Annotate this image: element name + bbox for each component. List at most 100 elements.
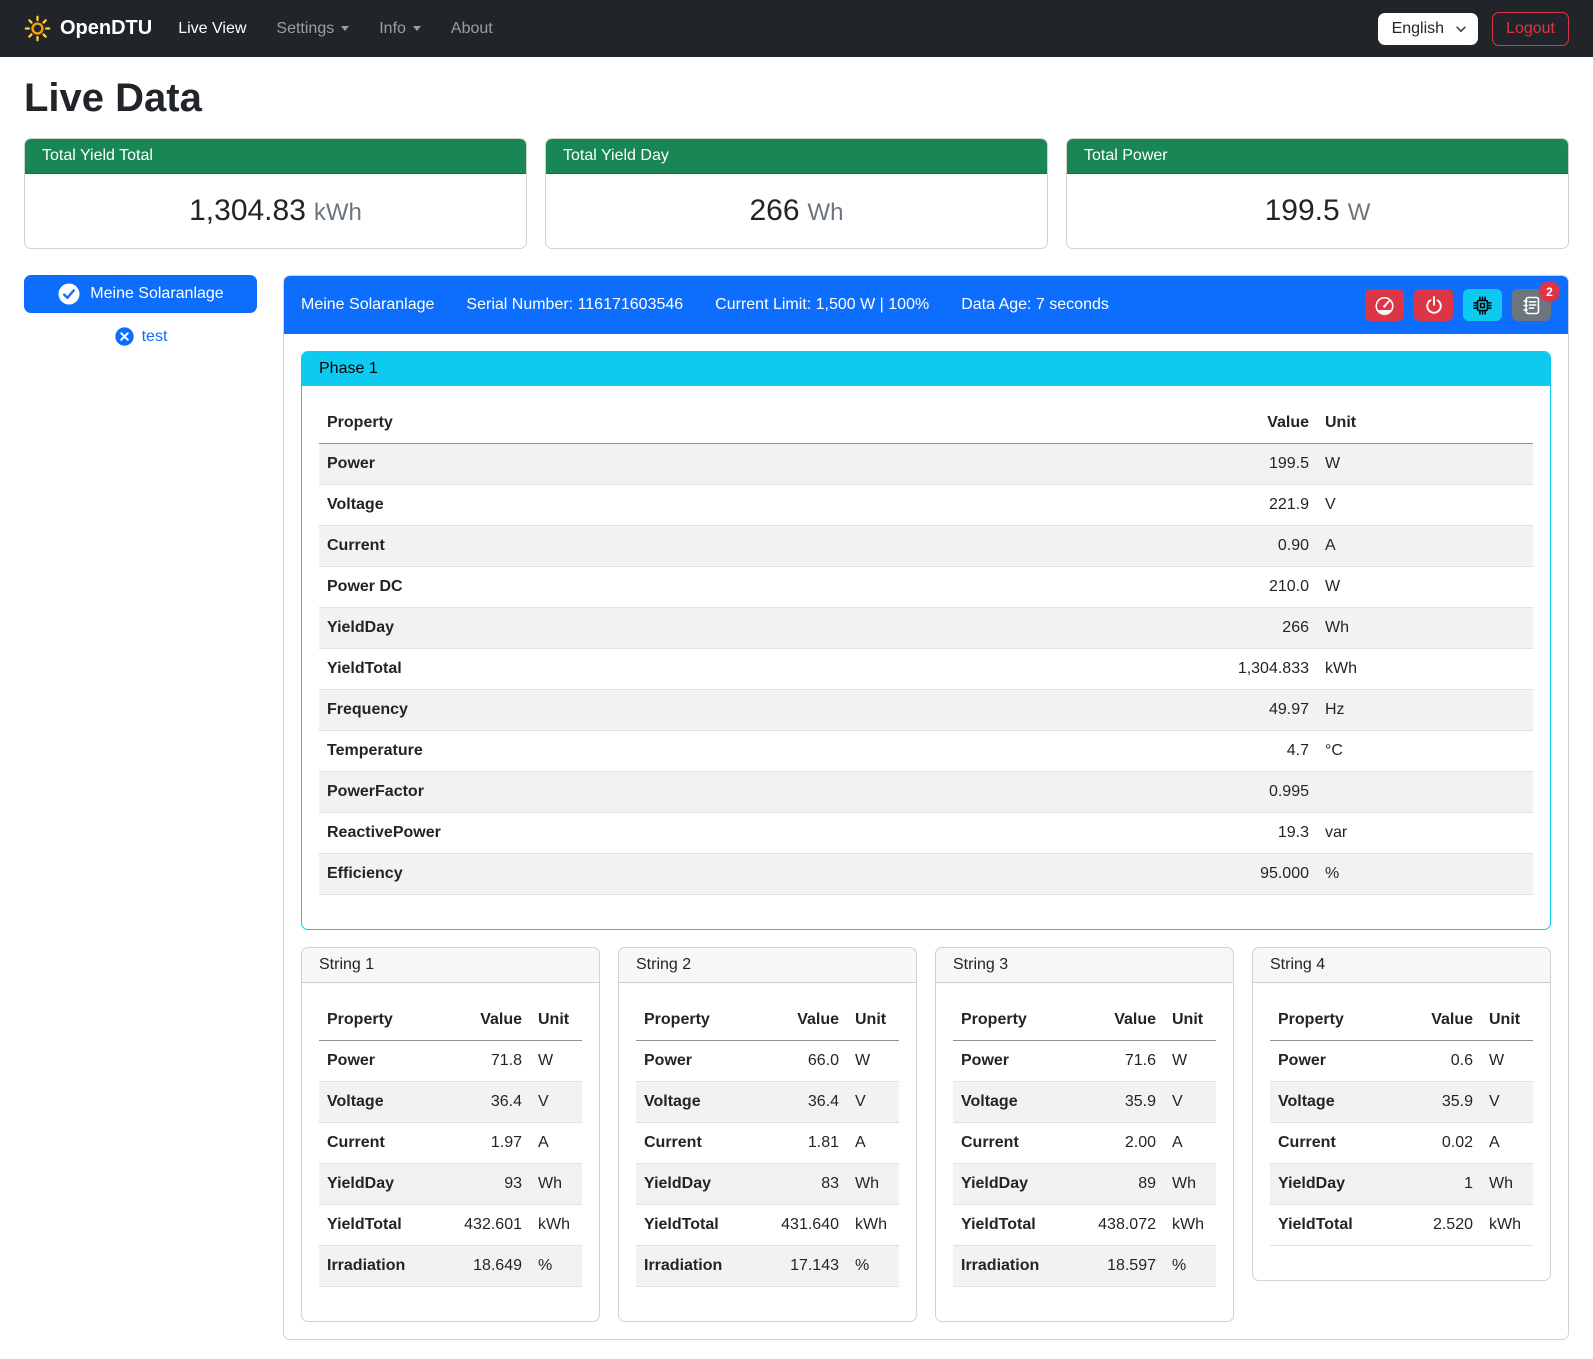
table-row: Irradiation18.597% bbox=[953, 1246, 1216, 1287]
unit-cell: kWh bbox=[1317, 649, 1533, 690]
string-table: Property Value Unit Power0.6WVoltage35.9… bbox=[1270, 1000, 1533, 1246]
col-property: Property bbox=[319, 1000, 438, 1041]
property-cell: Current bbox=[319, 526, 1185, 567]
table-row: YieldTotal431.640kWh bbox=[636, 1205, 899, 1246]
string-card-body: Property Value Unit Power71.6WVoltage35.… bbox=[936, 983, 1233, 1321]
property-cell: ReactivePower bbox=[319, 813, 1185, 854]
nav-item-about[interactable]: About bbox=[451, 20, 493, 38]
logout-button[interactable]: Logout bbox=[1492, 12, 1569, 46]
table-row: YieldDay93Wh bbox=[319, 1164, 582, 1205]
value-cell: 266 bbox=[1185, 608, 1317, 649]
inverter-item-label: test bbox=[142, 328, 168, 346]
table-head: Property Value Unit bbox=[953, 1000, 1216, 1041]
property-cell: Irradiation bbox=[636, 1246, 755, 1287]
table-row: YieldDay83Wh bbox=[636, 1164, 899, 1205]
value-cell: 36.4 bbox=[755, 1082, 847, 1123]
nav-item-label: Info bbox=[379, 20, 406, 38]
brand-link[interactable]: OpenDTU bbox=[24, 15, 152, 42]
table-body: Power71.6WVoltage35.9VCurrent2.00AYieldD… bbox=[953, 1041, 1216, 1287]
inverter-name: Meine Solaranlage bbox=[301, 296, 434, 314]
card-value: 266 bbox=[749, 194, 799, 227]
card-unit: Wh bbox=[808, 199, 844, 226]
string-card-3: String 3 Property Value Unit bbox=[935, 947, 1234, 1322]
table-row: YieldTotal432.601kWh bbox=[319, 1205, 582, 1246]
col-value: Value bbox=[438, 1000, 530, 1041]
unit-cell: V bbox=[1164, 1082, 1216, 1123]
navbar-right: English Logout bbox=[1378, 12, 1569, 46]
nav-item-info[interactable]: Info bbox=[379, 20, 421, 38]
value-cell: 17.143 bbox=[755, 1246, 847, 1287]
property-cell: Power bbox=[953, 1041, 1072, 1082]
phase-table: Property Value Unit Power199.5WVoltage22… bbox=[319, 403, 1533, 895]
table-row: Current0.90A bbox=[319, 526, 1533, 567]
table-row: Power0.6W bbox=[1270, 1041, 1533, 1082]
string-card-4: String 4 Property Value Unit bbox=[1252, 947, 1551, 1281]
value-cell: 71.8 bbox=[438, 1041, 530, 1082]
property-cell: YieldTotal bbox=[953, 1205, 1072, 1246]
property-cell: Frequency bbox=[319, 690, 1185, 731]
phase-card-body: Property Value Unit Power199.5WVoltage22… bbox=[302, 386, 1550, 929]
power-toggle-button[interactable] bbox=[1414, 289, 1453, 321]
table-row: Power199.5W bbox=[319, 444, 1533, 485]
inverter-limit: Current Limit: 1,500 W | 100% bbox=[715, 296, 929, 314]
inverter-action-buttons: 2 bbox=[1365, 289, 1551, 321]
table-body: Power199.5WVoltage221.9VCurrent0.90APowe… bbox=[319, 444, 1533, 895]
navbar: OpenDTU Live View Settings Info About En… bbox=[0, 0, 1593, 57]
limit-settings-button[interactable] bbox=[1365, 289, 1404, 321]
property-cell: Temperature bbox=[319, 731, 1185, 772]
cpu-icon bbox=[1472, 295, 1493, 316]
device-info-button[interactable] bbox=[1463, 289, 1502, 321]
table-row: Temperature4.7°C bbox=[319, 731, 1533, 772]
property-cell: Power bbox=[636, 1041, 755, 1082]
nav-item-settings[interactable]: Settings bbox=[276, 20, 349, 38]
unit-cell: W bbox=[530, 1041, 582, 1082]
table-row: Voltage36.4V bbox=[319, 1082, 582, 1123]
journal-text-icon bbox=[1521, 295, 1542, 316]
table-body: Power0.6WVoltage35.9VCurrent0.02AYieldDa… bbox=[1270, 1041, 1533, 1246]
table-row: YieldDay266Wh bbox=[319, 608, 1533, 649]
event-log-button[interactable]: 2 bbox=[1512, 289, 1551, 321]
caret-down-icon bbox=[413, 26, 421, 31]
table-row: YieldDay1Wh bbox=[1270, 1164, 1533, 1205]
value-cell: 18.597 bbox=[1072, 1246, 1164, 1287]
table-row: Frequency49.97Hz bbox=[319, 690, 1533, 731]
table-header-row: Property Value Unit bbox=[319, 1000, 582, 1041]
nav-links: Live View Settings Info About bbox=[178, 20, 493, 38]
brand-label: OpenDTU bbox=[60, 17, 152, 40]
col-value: Value bbox=[755, 1000, 847, 1041]
string-table: Property Value Unit Power66.0WVoltage36.… bbox=[636, 1000, 899, 1287]
string-card-title: String 4 bbox=[1253, 948, 1550, 983]
property-cell: Power bbox=[1270, 1041, 1389, 1082]
value-cell: 35.9 bbox=[1072, 1082, 1164, 1123]
table-body: Power66.0WVoltage36.4VCurrent1.81AYieldD… bbox=[636, 1041, 899, 1287]
unit-cell: kWh bbox=[1481, 1205, 1533, 1246]
language-select[interactable]: English bbox=[1378, 13, 1478, 45]
col-value: Value bbox=[1185, 403, 1317, 444]
string-card-1: String 1 Property Value Unit bbox=[301, 947, 600, 1322]
nav-item-live-view[interactable]: Live View bbox=[178, 20, 246, 38]
inverter-button-selected[interactable]: Meine Solaranlage bbox=[24, 275, 257, 313]
card-total-yield-day: Total Yield Day 266Wh bbox=[545, 138, 1048, 249]
unit-cell: W bbox=[1164, 1041, 1216, 1082]
table-row: Irradiation18.649% bbox=[319, 1246, 582, 1287]
value-cell: 221.9 bbox=[1185, 485, 1317, 526]
unit-cell: W bbox=[847, 1041, 899, 1082]
value-cell: 49.97 bbox=[1185, 690, 1317, 731]
unit-cell: Hz bbox=[1317, 690, 1533, 731]
inverter-selector: Meine Solaranlage test bbox=[24, 275, 257, 347]
table-row: YieldTotal1,304.833kWh bbox=[319, 649, 1533, 690]
property-cell: YieldTotal bbox=[319, 1205, 438, 1246]
unit-cell: Wh bbox=[530, 1164, 582, 1205]
col-property: Property bbox=[953, 1000, 1072, 1041]
card-total-yield-total: Total Yield Total 1,304.83kWh bbox=[24, 138, 527, 249]
unit-cell: A bbox=[1481, 1123, 1533, 1164]
table-row: Voltage221.9V bbox=[319, 485, 1533, 526]
property-cell: Current bbox=[636, 1123, 755, 1164]
col-property: Property bbox=[1270, 1000, 1389, 1041]
col-unit: Unit bbox=[1164, 1000, 1216, 1041]
card-body: 266 Wh bbox=[546, 174, 1047, 248]
table-row: Current1.81A bbox=[636, 1123, 899, 1164]
unit-cell: V bbox=[1317, 485, 1533, 526]
value-cell: 0.6 bbox=[1389, 1041, 1481, 1082]
inverter-item-test[interactable]: test bbox=[24, 326, 257, 347]
